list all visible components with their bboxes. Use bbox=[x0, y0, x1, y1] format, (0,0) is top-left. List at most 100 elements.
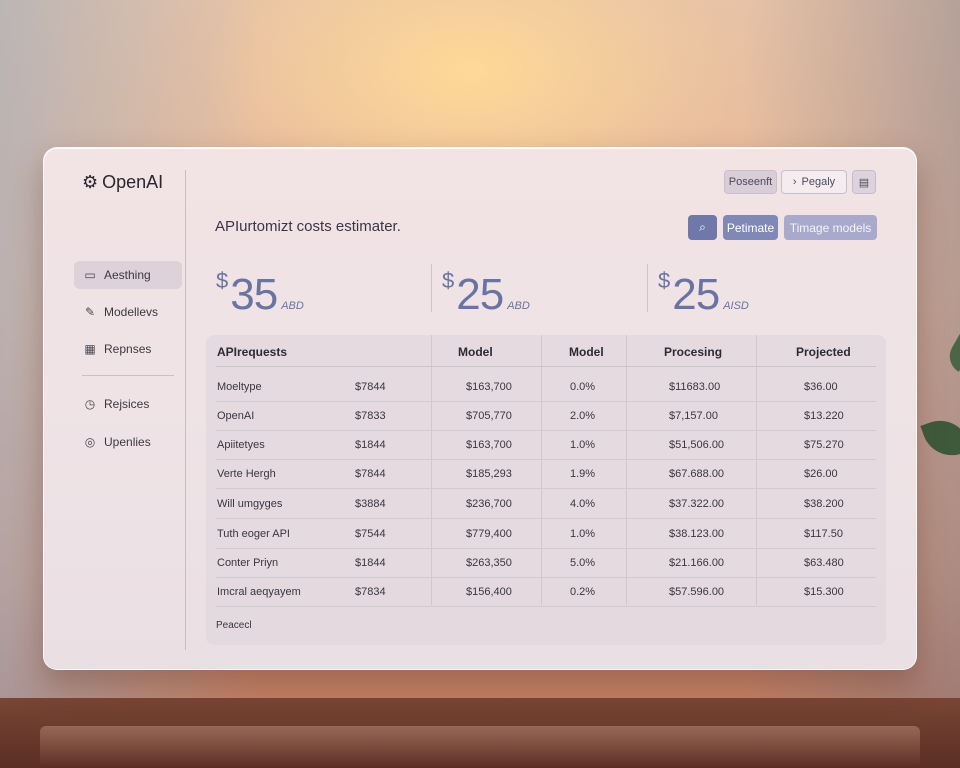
search-icon: ⌕ bbox=[699, 220, 706, 234]
page-title: APIurtomizt costs estimater. bbox=[215, 218, 401, 235]
sidebar-item-rejsices[interactable]: ◷ Rejsices bbox=[74, 390, 182, 418]
column-header[interactable]: Procesing bbox=[664, 345, 722, 359]
metric-currency: $ bbox=[442, 268, 455, 293]
image-models-button[interactable]: Timage models bbox=[784, 215, 877, 240]
table-row[interactable]: Imcral aeqyayem $7834 $156,400 0.2% $57.… bbox=[206, 578, 886, 607]
table-cell: Verte Hergh bbox=[217, 468, 276, 480]
table-cell: $117.50 bbox=[804, 528, 843, 540]
table-cell: $11683.00 bbox=[669, 381, 721, 393]
search-button[interactable]: ⌕ bbox=[688, 215, 717, 240]
table-cell: 1.0% bbox=[570, 439, 596, 451]
table-cell: 1.0% bbox=[570, 528, 596, 540]
metric-unit: ABD bbox=[281, 300, 304, 312]
table-cell: Imcral aeqyayem bbox=[217, 586, 301, 598]
table-cell: $163,700 bbox=[466, 381, 512, 393]
table-cell: 2.0% bbox=[570, 410, 596, 422]
table-cell: $705,770 bbox=[466, 410, 512, 422]
app-window: ⚙ OpenAI ▭ Aesthing ✎ Modellevs ▦ Repnse… bbox=[43, 147, 917, 670]
table-cell: $7,157.00 bbox=[669, 410, 718, 422]
table-row[interactable]: OpenAI $7833 $705,770 2.0% $7,157.00 $13… bbox=[206, 402, 886, 431]
table-row[interactable]: Tuth eoger API $7544 $779,400 1.0% $38.1… bbox=[206, 520, 886, 549]
table-cell: 1.9% bbox=[570, 468, 596, 480]
table-row[interactable]: Will umgyges $3884 $236,700 4.0% $37.322… bbox=[206, 490, 886, 519]
metric-unit: ABD bbox=[507, 300, 530, 312]
table-cell: $263,350 bbox=[466, 557, 512, 569]
table-cell: $163,700 bbox=[466, 439, 512, 451]
column-header[interactable]: Model bbox=[569, 345, 604, 359]
table-cell: $15.300 bbox=[804, 586, 844, 598]
table-cell: $37.322.00 bbox=[669, 498, 725, 510]
column-header[interactable]: Projected bbox=[796, 345, 851, 359]
toolbar-button-pegaly[interactable]: › Pegaly bbox=[781, 170, 847, 194]
table-cell: $38.123.00 bbox=[669, 528, 725, 540]
table-row[interactable]: Conter Priyn $1844 $263,350 5.0% $21.166… bbox=[206, 549, 886, 578]
table-cell: $21.166.00 bbox=[669, 557, 725, 569]
table-cell: $156,400 bbox=[466, 586, 512, 598]
row-divider bbox=[216, 606, 876, 607]
table-cell: Conter Priyn bbox=[217, 557, 279, 569]
table-cell: Moeltype bbox=[217, 381, 262, 393]
sidebar-divider-vertical bbox=[185, 170, 186, 650]
metric-unit: AISD bbox=[723, 300, 749, 312]
table-cell: $7844 bbox=[355, 468, 386, 480]
sidebar-item-aesthing[interactable]: ▭ Aesthing bbox=[74, 261, 182, 289]
table-cell: 0.0% bbox=[570, 381, 596, 393]
table-cell: $1844 bbox=[355, 439, 386, 451]
gear-icon: ⚙ bbox=[82, 172, 99, 192]
table-row[interactable]: Verte Hergh $7844 $185,293 1.9% $67.688.… bbox=[206, 460, 886, 489]
metric-card: $ 25 AISD bbox=[658, 260, 749, 320]
sidebar-item-label: Repnses bbox=[104, 342, 152, 356]
floor-reflection bbox=[40, 726, 920, 768]
sidebar-item-repnses[interactable]: ▦ Repnses bbox=[74, 335, 182, 363]
sidebar-item-label: Upenlies bbox=[104, 435, 151, 449]
metric-value: 25 bbox=[672, 270, 720, 319]
table-cell: Will umgyges bbox=[217, 498, 283, 510]
table-cell: $57.596.00 bbox=[669, 586, 725, 598]
sidebar-divider bbox=[82, 375, 174, 376]
column-header[interactable]: APIrequests bbox=[217, 345, 287, 359]
table-cell: Apiitetyes bbox=[217, 439, 265, 451]
pen-icon: ✎ bbox=[84, 305, 96, 319]
table-row[interactable]: Apiitetyes $1844 $163,700 1.0% $51,506.0… bbox=[206, 431, 886, 460]
table-cell: 5.0% bbox=[570, 557, 596, 569]
table-cell: $7544 bbox=[355, 528, 386, 540]
toolbar-document-button[interactable]: ▤ bbox=[852, 170, 876, 194]
sidebar-item-modellevs[interactable]: ✎ Modellevs bbox=[74, 298, 182, 326]
clock-icon: ◷ bbox=[84, 397, 96, 411]
table-cell: Tuth eoger API bbox=[217, 528, 290, 540]
metric-currency: $ bbox=[658, 268, 671, 293]
row-divider bbox=[216, 488, 876, 489]
folder-icon: ▭ bbox=[84, 268, 96, 282]
document-icon: ▤ bbox=[858, 176, 870, 189]
table-cell: $7834 bbox=[355, 586, 386, 598]
metric-card: $ 35 ABD bbox=[216, 260, 304, 320]
table-row[interactable]: Moeltype $7844 $163,700 0.0% $11683.00 $… bbox=[206, 373, 886, 402]
table-cell: 0.2% bbox=[570, 586, 596, 598]
table-cell: $75.270 bbox=[804, 439, 844, 451]
metric-currency: $ bbox=[216, 268, 229, 293]
toolbar-button-label: Pegaly bbox=[801, 176, 836, 188]
sidebar-item-label: Modellevs bbox=[104, 305, 159, 319]
table-cell: $7833 bbox=[355, 410, 386, 422]
table-cell: $185,293 bbox=[466, 468, 512, 480]
table-header-divider bbox=[216, 366, 876, 367]
table-cell: $13.220 bbox=[804, 410, 844, 422]
calendar-icon: ▦ bbox=[84, 342, 96, 356]
brand[interactable]: ⚙ OpenAI bbox=[82, 172, 163, 193]
sidebar-item-label: Rejsices bbox=[104, 397, 150, 411]
table-cell: $67.688.00 bbox=[669, 468, 725, 480]
toolbar-button-poseenft[interactable]: Poseenft bbox=[724, 170, 777, 194]
table-cell: $36.00 bbox=[804, 381, 838, 393]
cost-table: APIrequests Model Model Procesing Projec… bbox=[206, 335, 886, 645]
metric-divider bbox=[647, 264, 648, 312]
brand-name: OpenAI bbox=[102, 172, 164, 192]
table-cell: $3884 bbox=[355, 498, 386, 510]
sidebar-item-upenlies[interactable]: ◎ Upenlies bbox=[74, 428, 182, 456]
metric-card: $ 25 ABD bbox=[442, 260, 530, 320]
estimate-button[interactable]: Petimate bbox=[723, 215, 778, 240]
sidebar-item-label: Aesthing bbox=[104, 268, 151, 282]
table-cell: 4.0% bbox=[570, 498, 596, 510]
column-header[interactable]: Model bbox=[458, 345, 493, 359]
table-footer: Peacecl bbox=[216, 620, 252, 631]
table-cell: $26.00 bbox=[804, 468, 838, 480]
